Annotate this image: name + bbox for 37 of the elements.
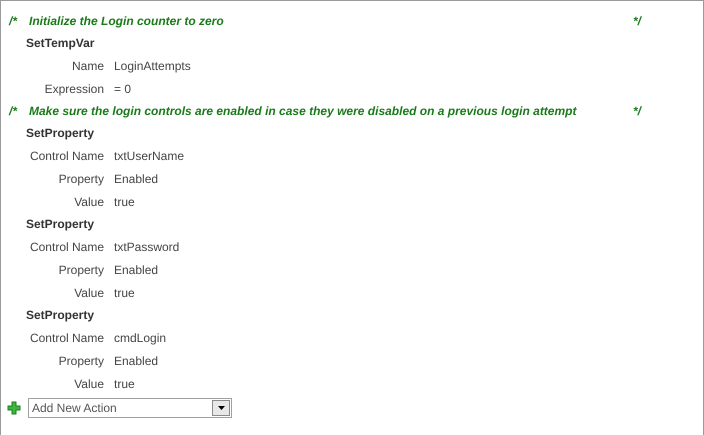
argument-label: Expression [44, 80, 104, 98]
comment-open-mark: /* [8, 13, 18, 30]
argument-value[interactable]: true [114, 374, 135, 392]
argument-label: Value [73, 376, 104, 392]
argument-label: Value [73, 194, 104, 210]
argument-value[interactable]: true [114, 192, 135, 210]
argument-value[interactable]: Enabled [114, 260, 158, 278]
comment-text: Make sure the login controls are enabled in case they were disabled on a previous login attempt [29, 103, 578, 120]
argument-value[interactable]: = 0 [114, 80, 132, 98]
comment-close-mark: */ [633, 103, 642, 120]
argument-label: Property [58, 352, 104, 370]
argument-label: Control Name [28, 148, 104, 164]
argument-label: Control Name [28, 238, 104, 256]
action-name[interactable]: SetProperty [26, 306, 94, 324]
argument-value[interactable]: Enabled [114, 352, 158, 370]
argument-label: Property [58, 262, 104, 278]
add-action-input[interactable]: Add New Action [29, 399, 212, 417]
action-name[interactable]: SetProperty [26, 124, 94, 142]
caret-icon [218, 406, 224, 410]
argument-value[interactable]: txtUserName [114, 146, 184, 164]
argument-label: Control Name [28, 330, 104, 346]
argument-value[interactable]: txtPassword [114, 238, 180, 256]
argument-value[interactable]: true [114, 284, 135, 302]
argument-label: Property [58, 170, 104, 188]
comment-close-mark: */ [633, 13, 642, 30]
action-name[interactable]: SetTempVar [26, 34, 94, 52]
dropdown-caret-button[interactable] [212, 400, 230, 416]
plus-icon[interactable] [7, 401, 21, 415]
argument-label: Value [73, 284, 104, 302]
argument-label: Name [70, 58, 104, 74]
argument-value[interactable]: cmdLogin [114, 328, 166, 346]
comment-open-mark: /* [8, 103, 18, 120]
add-action-dropdown[interactable]: Add New Action [28, 398, 232, 418]
argument-value[interactable]: Enabled [114, 170, 158, 188]
comment-text: Initialize the Login counter to zero [29, 13, 225, 30]
argument-value[interactable]: LoginAttempts [114, 56, 191, 74]
action-name[interactable]: SetProperty [26, 215, 94, 233]
